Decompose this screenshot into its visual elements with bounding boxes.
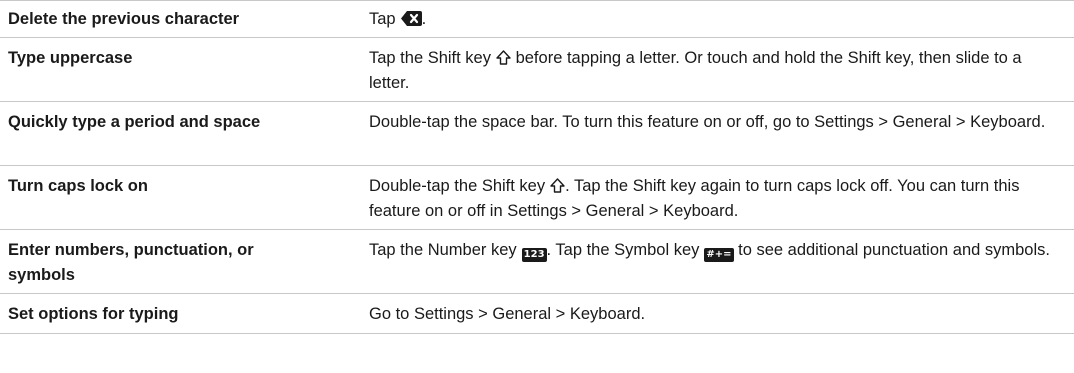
action-text-suffix: . [421,10,427,28]
number-key-icon: 123 [521,248,547,262]
action-cell: Tap the Number key 123. Tap the Symbol ke… [369,238,1074,263]
table-row: Turn caps lock on Double-tap the Shift k… [0,166,1074,230]
action-cell: Tap the Shift key before tapping a lette… [369,46,1074,96]
table-row: Type uppercase Tap the Shift key before … [0,38,1074,102]
table-row: Quickly type a period and space Double-t… [0,102,1074,166]
symbol-key-icon: #+= [704,248,734,262]
table-row: Delete the previous character Tap. [0,1,1074,38]
task-cell: Delete the previous character [8,10,240,28]
action-text: Double-tap the space bar. To turn this f… [369,113,1046,131]
table-row: Set options for typing Go to Settings > … [0,294,1074,334]
action-cell: Double-tap the Shift key. Tap the Shift … [369,174,1074,224]
task-cell: Turn caps lock on [8,177,148,195]
shift-key-icon [496,48,511,65]
task-cell: Quickly type a period and space [8,113,261,131]
task-cell: Enter numbers, punctuation, or symbols [8,241,254,284]
action-text: Double-tap the Shift key [369,177,546,195]
action-cell: Double-tap the space bar. To turn this f… [369,110,1074,135]
action-text-middle: . Tap the Symbol key [546,241,700,259]
action-text-suffix: to see additional punctuation and symbol… [733,241,1050,259]
keyboard-tips-table: Delete the previous character Tap. Type … [0,0,1074,334]
action-cell: Tap. [369,7,1074,32]
action-text: Tap the Shift key [369,49,491,67]
action-text: Tap [369,10,396,28]
task-cell: Type uppercase [8,49,133,67]
action-text: Go to Settings > General > Keyboard. [369,305,646,323]
table-row: Enter numbers, punctuation, or symbols T… [0,230,1074,294]
action-text: Tap the Number key [369,241,517,259]
shift-key-icon [550,176,565,193]
delete-key-icon [400,11,422,26]
task-cell: Set options for typing [8,305,179,323]
action-cell: Go to Settings > General > Keyboard. [369,302,1074,327]
